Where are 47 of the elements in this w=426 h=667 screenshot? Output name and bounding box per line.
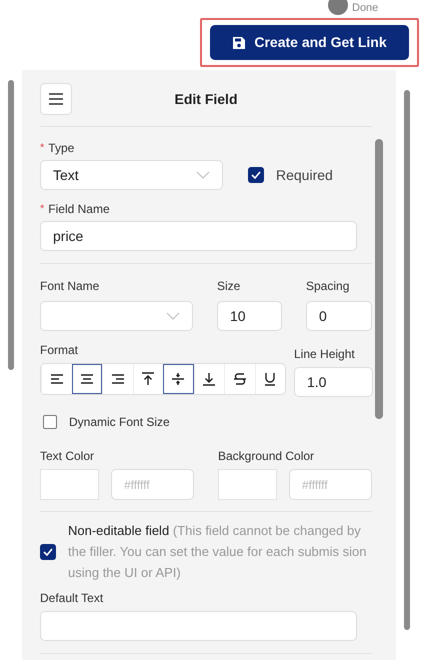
hex-input[interactable]: #ffffff xyxy=(111,469,194,500)
checkbox[interactable] xyxy=(43,415,57,429)
required-asterisk: * xyxy=(40,140,44,156)
strikethrough-icon xyxy=(232,371,248,387)
hex-input[interactable]: #ffffff xyxy=(289,469,372,500)
field-label: Text Color xyxy=(40,448,94,465)
color-swatch[interactable] xyxy=(40,469,99,500)
align-middle-icon xyxy=(170,371,186,387)
spacing-input[interactable]: 0 xyxy=(306,301,372,331)
checkbox-label: Dynamic Font Size xyxy=(69,414,170,431)
menu-icon xyxy=(48,93,64,105)
checkbox-label: Required xyxy=(276,166,333,185)
default-text-input[interactable] xyxy=(40,611,357,641)
checkmark-icon xyxy=(251,171,261,179)
non-editable-description: Non-editable field (This field cannot be changed by the filler. You can set the value for each submis sion using the UI or API) xyxy=(68,522,368,582)
line-height-input[interactable]: 1.0 xyxy=(294,367,373,397)
field-label: Default Text xyxy=(40,590,104,607)
checkbox[interactable] xyxy=(248,167,264,183)
format-button[interactable] xyxy=(163,364,194,394)
scrollbar-thumb[interactable] xyxy=(8,80,14,370)
checkmark-icon xyxy=(43,548,53,556)
chevron-down-icon xyxy=(196,171,210,179)
type-select[interactable]: Text xyxy=(40,160,223,190)
field-label: Spacing xyxy=(306,278,350,295)
chevron-down-icon xyxy=(166,312,180,320)
required-asterisk: * xyxy=(40,202,44,217)
size-input[interactable]: 10 xyxy=(217,301,282,331)
save-icon xyxy=(232,36,246,50)
color-swatch[interactable] xyxy=(218,469,277,500)
menu-button[interactable] xyxy=(40,83,72,115)
field-label: Type xyxy=(48,140,74,157)
field-label: Format xyxy=(40,342,78,359)
field-label: Field Name xyxy=(48,201,110,218)
scrollbar-thumb[interactable] xyxy=(375,139,383,419)
step-label: Done xyxy=(352,1,378,16)
field-label: Background Color xyxy=(218,448,314,465)
field-label: Line Height xyxy=(294,346,355,363)
field-label: Size xyxy=(217,278,240,295)
format-button[interactable] xyxy=(72,364,102,394)
align-top-icon xyxy=(140,371,156,387)
panel-title: Edit Field xyxy=(174,90,238,108)
scrollbar-thumb[interactable] xyxy=(404,90,410,630)
create-link-button[interactable]: Create and Get Link xyxy=(210,25,409,60)
field-label: Font Name xyxy=(40,278,100,295)
align-bottom-icon xyxy=(201,371,218,387)
field-name-input[interactable]: price xyxy=(40,221,357,251)
checkbox[interactable] xyxy=(40,544,56,560)
